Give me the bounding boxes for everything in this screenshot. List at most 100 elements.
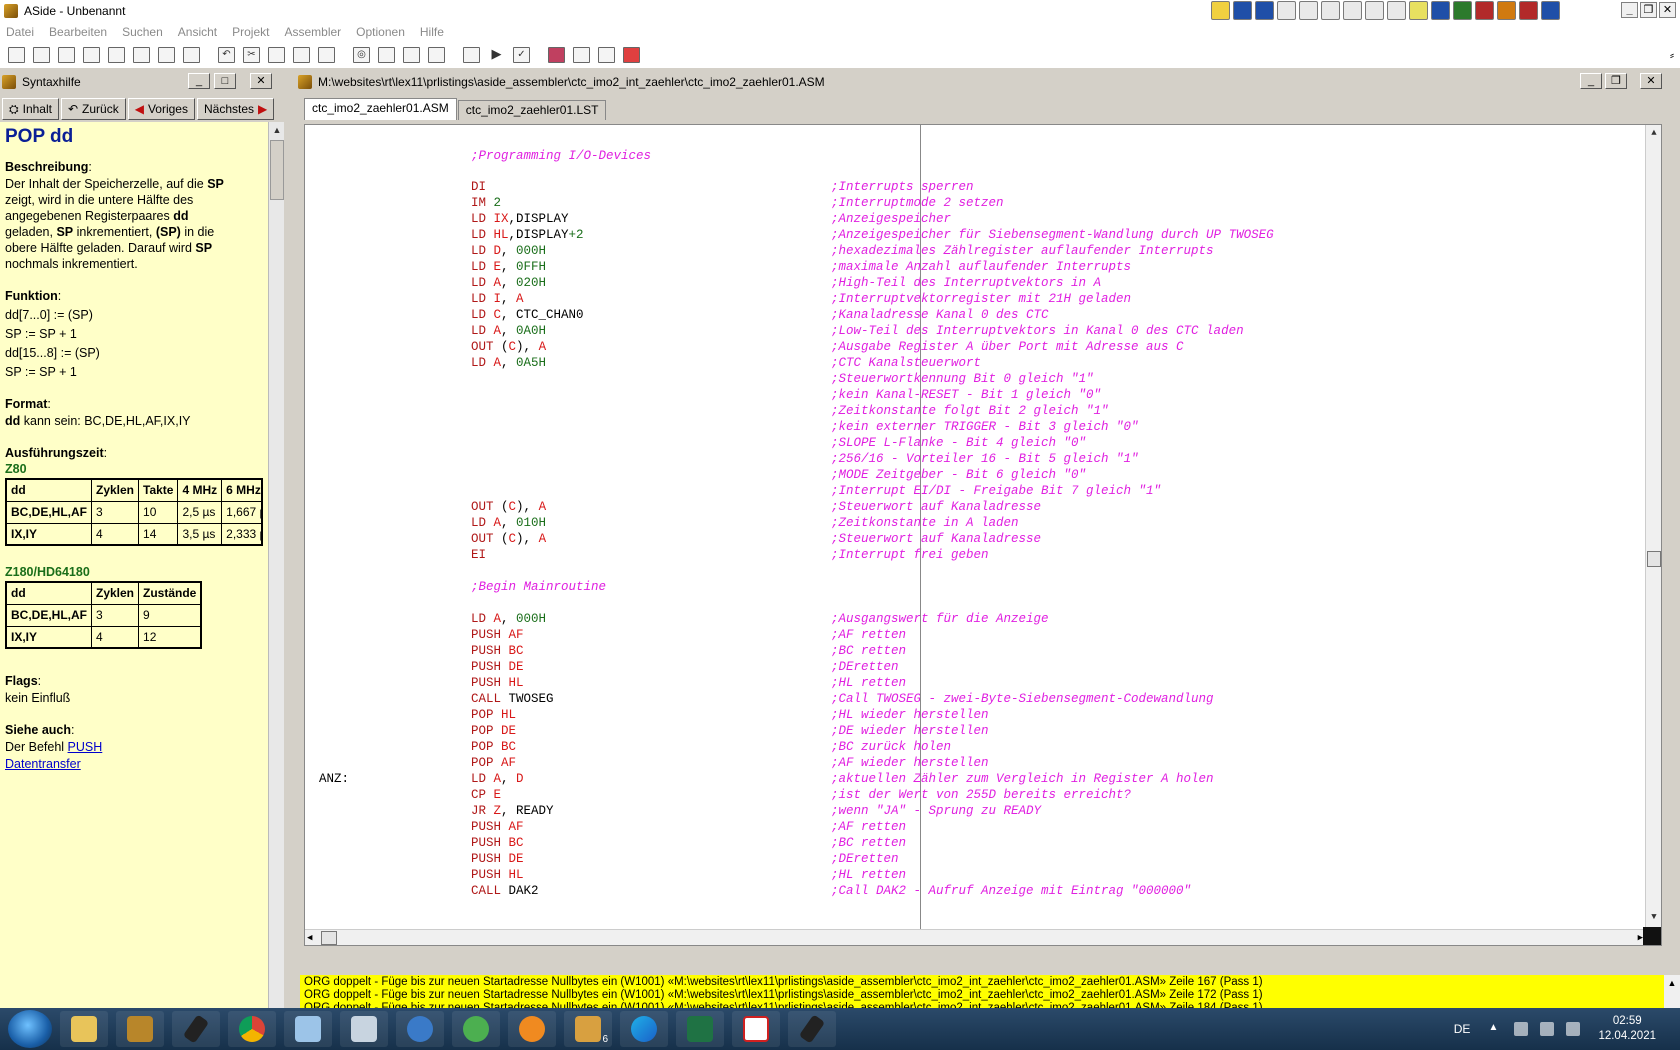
tab-asm[interactable]: ctc_imo2_zaehler01.ASM	[304, 98, 457, 120]
scroll-thumb[interactable]	[1647, 551, 1661, 567]
datentransfer-link[interactable]: Datentransfer	[5, 757, 81, 771]
word-icon[interactable]	[1431, 1, 1450, 20]
code-line[interactable]: POP BC ;BC zurück holen	[305, 740, 1645, 757]
edit-icon[interactable]	[318, 47, 335, 63]
code-line[interactable]: POP DE ;DE wieder herstellen	[305, 724, 1645, 741]
help-next-button[interactable]: Nächstes ▶	[196, 98, 275, 120]
undo-icon[interactable]: ↶	[218, 47, 235, 63]
close-file-icon[interactable]	[158, 47, 175, 63]
close-button[interactable]: ✕	[1659, 2, 1676, 18]
open-project-icon[interactable]	[83, 47, 100, 63]
code-line[interactable]: PUSH HL ;HL retten	[305, 868, 1645, 885]
code-line[interactable]: ;Begin Mainroutine	[305, 580, 1645, 597]
code-editor[interactable]: ;Programming I/O-Devices DI ;Interrupts sp…	[304, 124, 1662, 946]
document-icon[interactable]	[1387, 1, 1406, 20]
quicklaunch-icon[interactable]	[1211, 1, 1230, 20]
code-line[interactable]: OUT (C), A ;Steuerwort auf Kanaladresse	[305, 532, 1645, 549]
pen-icon[interactable]	[1519, 1, 1538, 20]
card-icon[interactable]	[1343, 1, 1362, 20]
code-line[interactable]: CP E ;ist der Wert von 255D bereits errei…	[305, 788, 1645, 805]
copy-icon[interactable]	[268, 47, 285, 63]
minimize-button[interactable]: _	[1621, 2, 1638, 18]
code-line[interactable]: PUSH AF ;AF retten	[305, 820, 1645, 837]
code-line[interactable]: PUSH BC ;BC retten	[305, 644, 1645, 661]
help-scrollbar[interactable]: ▲	[268, 122, 284, 1008]
scroll-left-icon[interactable]: ◀	[307, 930, 312, 945]
taskbar-jkcemu[interactable]	[732, 1011, 780, 1047]
code-line[interactable]: LD HL,DISPLAY+2 ;Anzeigespeicher für Sieb…	[305, 228, 1645, 245]
scroll-thumb[interactable]	[270, 140, 284, 200]
help-pdf-icon[interactable]	[623, 47, 640, 63]
cut-icon[interactable]: ✂	[243, 47, 260, 63]
new-document-icon[interactable]	[33, 47, 50, 63]
message-line[interactable]: ORG doppelt - Füge bis zur neuen Startad…	[304, 976, 1660, 989]
code-line[interactable]: CALL DAK2 ;Call DAK2 - Aufruf Anzeige mit…	[305, 884, 1645, 901]
scroll-thumb[interactable]	[321, 931, 337, 945]
code-vertical-scrollbar[interactable]: ▲ ▼	[1645, 125, 1661, 945]
note-icon[interactable]	[1321, 1, 1340, 20]
scroll-up-icon[interactable]: ▲	[269, 122, 285, 138]
code-line[interactable]: ;MODE Zeitgeber - Bit 6 gleich "0"	[305, 468, 1645, 485]
taskbar-edge[interactable]	[620, 1011, 668, 1047]
start-button[interactable]	[8, 1010, 52, 1048]
code-horizontal-scrollbar[interactable]: ◀ ▶	[305, 929, 1645, 945]
code-line[interactable]: EI ;Interrupt frei geben	[305, 548, 1645, 565]
help-icon[interactable]	[1233, 1, 1252, 20]
code-line[interactable]: ;Zeitkonstante folgt Bit 2 gleich "1"	[305, 404, 1645, 421]
menu-assembler[interactable]: Assembler	[284, 25, 341, 39]
code-line[interactable]: PUSH AF ;AF retten	[305, 628, 1645, 645]
clock[interactable]: 02:59 12.04.2021	[1598, 1014, 1656, 1044]
code-line[interactable]: OUT (C), A ;Ausgabe Register A über Port …	[305, 340, 1645, 357]
taskbar-emulator[interactable]	[172, 1011, 220, 1047]
code-line[interactable]: LD I, A ;Interruptvektorregister mit 21H …	[305, 292, 1645, 309]
help-contents-button[interactable]: ⛭ Inhalt	[2, 98, 59, 120]
code-line[interactable]: LD A, 000H ;Ausgangswert für die Anzeige	[305, 612, 1645, 629]
settings-icon[interactable]	[1541, 1, 1560, 20]
scroll-up-icon[interactable]: ▲	[1668, 978, 1677, 988]
menu-datei[interactable]: Datei	[6, 25, 34, 39]
help-book-icon[interactable]	[548, 47, 565, 63]
excel-icon[interactable]	[1453, 1, 1472, 20]
help-index-icon[interactable]	[598, 47, 615, 63]
tray-expand-icon[interactable]: ▲	[1488, 1022, 1502, 1036]
new-file-icon[interactable]	[8, 47, 25, 63]
code-line[interactable]: ;kein externer TRIGGER - Bit 3 gleich "0…	[305, 420, 1645, 437]
taskbar-calculator[interactable]	[340, 1011, 388, 1047]
help-prev-button[interactable]: ◀ Voriges	[127, 98, 195, 120]
menu-bearbeiten[interactable]: Bearbeiten	[49, 25, 107, 39]
code-line[interactable]: POP HL ;HL wieder herstellen	[305, 708, 1645, 725]
save-icon[interactable]	[108, 47, 125, 63]
volume-icon[interactable]	[1566, 1022, 1581, 1036]
taskbar-globe[interactable]	[396, 1011, 444, 1047]
flag-icon[interactable]	[1514, 1022, 1529, 1036]
edit-icon[interactable]	[1409, 1, 1428, 20]
code-line[interactable]: OUT (C), A ;Steuerwort auf Kanaladresse	[305, 500, 1645, 517]
check-icon[interactable]: ✓	[513, 47, 530, 63]
mail-icon[interactable]	[1277, 1, 1296, 20]
open-icon[interactable]	[58, 47, 75, 63]
help-close-button[interactable]: ✕	[250, 73, 272, 89]
assemble-icon[interactable]	[463, 47, 480, 63]
access-icon[interactable]	[1475, 1, 1494, 20]
code-line[interactable]: ;Steuerwortkennung Bit 0 gleich "1"	[305, 372, 1645, 389]
network-icon[interactable]	[1540, 1022, 1555, 1036]
taskbar-notes[interactable]	[284, 1011, 332, 1047]
push-link[interactable]: PUSH	[68, 740, 103, 754]
code-line[interactable]: PUSH HL ;HL retten	[305, 676, 1645, 693]
scroll-down-icon[interactable]: ▼	[1646, 909, 1661, 925]
help-minimize-button[interactable]: _	[188, 73, 210, 89]
code-line[interactable]: ;SLOPE L-Flanke - Bit 4 gleich "0"	[305, 436, 1645, 453]
code-line[interactable]: LD A, 0A5H ;CTC Kanalsteuerwort	[305, 356, 1645, 373]
code-line[interactable]: LD E, 0FFH ;maximale Anzahl auflaufender …	[305, 260, 1645, 277]
help-icon[interactable]	[1255, 1, 1274, 20]
taskbar-paint-pack[interactable]	[452, 1011, 500, 1047]
goto-icon[interactable]	[403, 47, 420, 63]
editor-close-button[interactable]: ✕	[1640, 73, 1662, 89]
save-all-icon[interactable]	[133, 47, 150, 63]
replace-icon[interactable]	[378, 47, 395, 63]
menu-optionen[interactable]: Optionen	[356, 25, 405, 39]
code-line[interactable]: PUSH DE ;DEretten	[305, 852, 1645, 869]
code-line[interactable]: JR Z, READY ;wenn "JA" - Sprung zu READY	[305, 804, 1645, 821]
bookmark-icon[interactable]	[428, 47, 445, 63]
code-line[interactable]: LD IX,DISPLAY ;Anzeigespeicher	[305, 212, 1645, 229]
